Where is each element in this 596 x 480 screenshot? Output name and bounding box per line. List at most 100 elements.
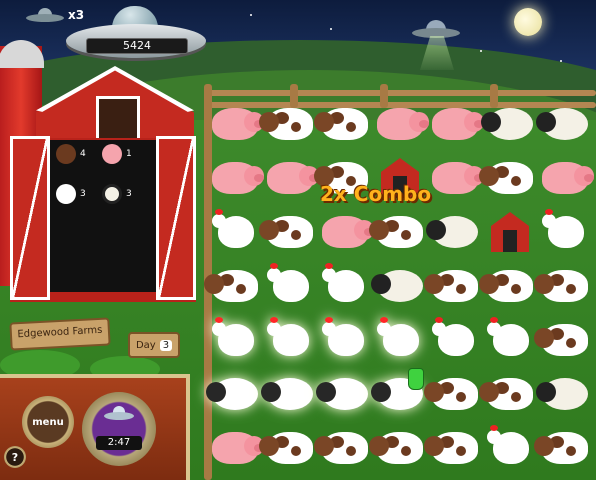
tile-pig[interactable] (208, 102, 264, 146)
tile-cow[interactable] (314, 426, 372, 470)
chicken-head (267, 263, 281, 282)
tile-chicken[interactable] (318, 317, 372, 362)
tile-sheep[interactable] (536, 102, 592, 146)
tile-chicken[interactable] (318, 263, 372, 308)
tally-count: 3 (126, 189, 132, 199)
tally-count: 4 (80, 149, 86, 159)
chicken-head (212, 317, 226, 336)
tile-cow[interactable] (369, 210, 427, 254)
sheep-icon (536, 108, 588, 140)
chicken-icon (377, 317, 419, 356)
tile-cow[interactable] (314, 102, 372, 146)
pig-icon (212, 108, 264, 140)
tile-sheep[interactable] (426, 210, 482, 254)
tile-cow[interactable] (259, 102, 317, 146)
tile-chicken[interactable] (373, 317, 427, 362)
sheep-head (371, 274, 391, 294)
chicken-head (322, 263, 336, 282)
help-button[interactable]: ? (4, 446, 26, 468)
tile-pig[interactable] (208, 426, 264, 470)
tile-chicken[interactable] (208, 209, 262, 254)
tile-chicken[interactable] (263, 317, 317, 362)
tile-pig[interactable] (538, 156, 594, 200)
tile-chicken[interactable] (263, 263, 317, 308)
pig-head (574, 166, 594, 186)
cow-head (369, 436, 389, 456)
sheep-icon (426, 216, 478, 248)
menu-button[interactable]: menu (22, 396, 74, 448)
game-board[interactable] (204, 96, 594, 480)
cow-icon (479, 378, 533, 410)
tile-pig[interactable] (373, 102, 429, 146)
tile-chicken[interactable] (208, 317, 262, 362)
tally-cow: 4 (56, 144, 86, 164)
tile-chicken[interactable] (483, 425, 537, 470)
tile-chicken[interactable] (428, 317, 482, 362)
cow-icon (424, 378, 478, 410)
chicken-icon (487, 425, 529, 464)
sheep-icon (261, 378, 313, 410)
tile-pig[interactable] (318, 210, 374, 254)
tile-chicken[interactable] (483, 317, 537, 362)
pig-icon (377, 108, 429, 140)
tile-cow[interactable] (534, 426, 592, 470)
cow-icon (259, 216, 313, 248)
tile-sheep[interactable] (261, 372, 317, 416)
tile-cow[interactable] (424, 264, 482, 308)
tally-pig: 1 (102, 144, 132, 164)
day-label: Day (135, 339, 156, 351)
tile-pig[interactable] (428, 156, 484, 200)
tile-cow[interactable] (204, 264, 262, 308)
tile-sheep[interactable] (206, 372, 262, 416)
cow-head (424, 436, 444, 456)
tile-pig[interactable] (208, 156, 264, 200)
cow-icon (479, 162, 533, 194)
sheep-icon (371, 270, 423, 302)
pig-icon (212, 162, 264, 194)
tile-chicken[interactable] (538, 209, 592, 254)
sheep-icon (481, 108, 533, 140)
pig-icon (102, 144, 122, 164)
tile-cow[interactable] (479, 372, 537, 416)
cow-icon (56, 144, 76, 164)
tile-cow[interactable] (534, 264, 592, 308)
barn-door-right (156, 136, 196, 300)
tile-pig[interactable] (428, 102, 484, 146)
cow-icon (314, 432, 368, 464)
sheep-head (316, 382, 336, 402)
pig-head (409, 112, 429, 132)
chicken-icon (212, 317, 254, 356)
pig-icon (432, 108, 484, 140)
day-number: 3 (159, 339, 173, 351)
tile-sheep[interactable] (536, 372, 592, 416)
tile-cow[interactable] (424, 426, 482, 470)
cow-head (479, 274, 499, 294)
tile-cow[interactable] (369, 426, 427, 470)
star (560, 60, 562, 62)
cow-icon (204, 270, 258, 302)
barn-icon (491, 212, 529, 252)
tile-cow[interactable] (259, 426, 317, 470)
tile-pig[interactable] (263, 156, 319, 200)
tile-sheep[interactable] (316, 372, 372, 416)
cow-icon (369, 432, 423, 464)
tile-cow[interactable] (534, 318, 592, 362)
tile-cow[interactable] (479, 264, 537, 308)
tile-sheep[interactable] (371, 264, 427, 308)
tally-chicken: 3 (56, 184, 86, 204)
chicken-icon (432, 317, 474, 356)
tile-cow[interactable] (259, 210, 317, 254)
pig-icon (542, 162, 594, 194)
tile-sheep[interactable] (481, 102, 537, 146)
game-scene: x3 5424 4 1 3 3 Edgewood Farms Day 3 men… (0, 0, 596, 480)
pig-head (244, 166, 264, 186)
cow-head (369, 220, 389, 240)
tile-barn[interactable] (483, 210, 537, 254)
tile-cow[interactable] (479, 156, 537, 200)
pig-icon (322, 216, 374, 248)
silo-cap (0, 40, 44, 68)
cow-head (479, 382, 499, 402)
cow-icon (259, 432, 313, 464)
chicken-icon (322, 317, 364, 356)
tile-cow[interactable] (424, 372, 482, 416)
